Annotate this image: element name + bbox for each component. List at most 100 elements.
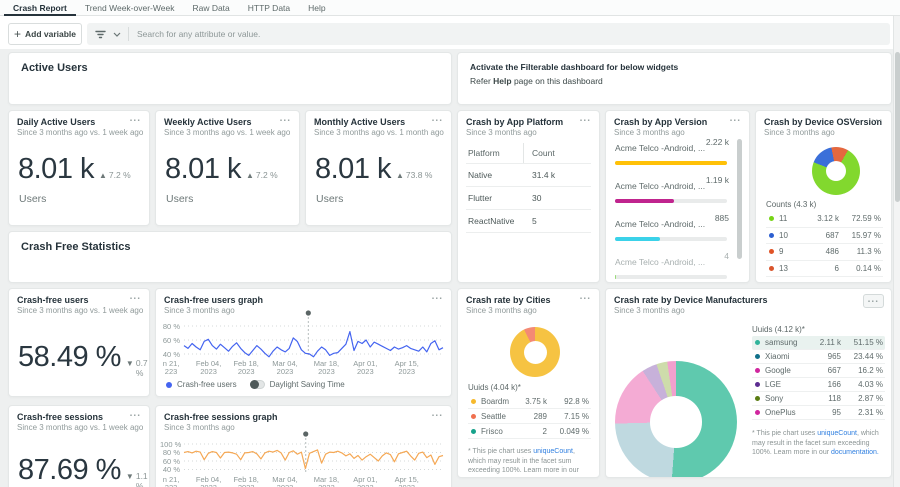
bar-row[interactable]: Acme Telco -Android, ... 1.19 k	[615, 175, 729, 213]
x-axis-tick: n 21,223	[162, 475, 180, 487]
widget-title: Crash-free users graph	[164, 295, 264, 305]
manufacturers-legend: samsung 2.11 k 51.15 % Xiaomi 965 23.44 % Goog…	[752, 336, 885, 420]
pie-footnote: * This pie chart uses uniqueCount, which…	[752, 430, 879, 456]
widget-title: Crash rate by Cities	[466, 295, 551, 305]
widget-subtitle: Since 3 months ago	[614, 306, 685, 315]
kpi-delta: 73.8 %	[405, 170, 433, 180]
manufacturers-donut-chart[interactable]	[615, 361, 737, 477]
chevron-down-icon[interactable]	[113, 32, 121, 37]
add-variable-button[interactable]: + Add variable	[8, 23, 82, 45]
dashboard: Crash Report Trend Week-over-Week Raw Data…	[0, 0, 900, 487]
y-axis-tick: 80 %	[162, 321, 180, 331]
kpi-value: 8.01 k	[165, 153, 242, 185]
x-axis-tick: Mar 04,2023	[272, 475, 298, 487]
series-label[interactable]: Crash-free users	[177, 380, 237, 389]
legend-row-samsung[interactable]: samsung 2.11 k 51.15 %	[752, 336, 885, 350]
kpi-delta: 1.1 %	[135, 471, 148, 487]
card-menu-icon[interactable]: ...	[130, 408, 141, 419]
legend-row-11[interactable]: 11 3.12 k 72.59 %	[766, 211, 883, 228]
uniquecount-link[interactable]: uniqueCount	[533, 448, 573, 455]
tab-raw-data[interactable]: Raw Data	[183, 0, 238, 15]
table-row[interactable]: Native 31.4 k	[466, 164, 591, 187]
legend-row-frisco[interactable]: Frisco 2 0.049 %	[468, 424, 591, 439]
kpi-value: 8.01 k	[18, 153, 95, 185]
card-menu-icon[interactable]: ...	[432, 408, 443, 419]
widget-crash-free-sessions-graph: Crash-free sessions graph Since 3 months…	[155, 405, 452, 487]
card-menu-icon[interactable]: ...	[130, 291, 141, 302]
widget-crash-free-users: Crash-free users Since 3 months ago vs. …	[8, 288, 150, 397]
legend-row-lge[interactable]: LGE 166 4.03 %	[752, 378, 885, 392]
card-menu-icon[interactable]: ...	[432, 113, 443, 124]
legend-row-9[interactable]: 9 486 11.3 %	[766, 244, 883, 261]
widget-subtitle: Since 3 months ago	[164, 423, 235, 432]
widget-title: Crash rate by Device Manufacturers	[614, 295, 768, 305]
widget-title: Monthly Active Users	[314, 117, 406, 127]
table-row[interactable]: Flutter 30	[466, 187, 591, 210]
card-menu-icon[interactable]: ...	[580, 291, 591, 302]
bar-row[interactable]: Acme Telco -Android, ... 4	[615, 251, 729, 282]
bar-row[interactable]: Acme Telco -Android, ... 2.22 k	[615, 137, 729, 175]
section-title-crash-free: Crash Free Statistics	[21, 241, 131, 253]
legend-row-seattle[interactable]: Seattle 289 7.15 %	[468, 409, 591, 424]
legend-row-oneplus[interactable]: OnePlus 95 2.31 %	[752, 406, 885, 420]
card-menu-icon[interactable]: ...	[862, 294, 884, 308]
note-line1: Activate the Filterable dashboard for be…	[470, 62, 679, 72]
legend-row-xiaomi[interactable]: Xiaomi 965 23.44 %	[752, 350, 885, 364]
x-axis-tick: Feb 18,2023	[233, 475, 259, 487]
widget-subtitle: Since 3 months ago vs. 1 week ago	[17, 128, 144, 137]
legend-row-google[interactable]: Google 667 16.2 %	[752, 364, 885, 378]
search-bar[interactable]	[87, 23, 890, 45]
add-variable-label: Add variable	[24, 29, 77, 39]
section-title-active-users: Active Users	[21, 62, 88, 74]
tab-http-data[interactable]: HTTP Data	[239, 0, 299, 15]
widget-scrollbar[interactable]	[737, 139, 742, 259]
tab-trend-week-over-week[interactable]: Trend Week-over-Week	[76, 0, 184, 15]
card-menu-icon[interactable]: ...	[872, 113, 883, 124]
table-row[interactable]: ReactNative 5	[466, 210, 591, 233]
x-axis-tick: Apr 15,2023	[394, 475, 419, 487]
widget-subtitle: Since 3 months ago	[614, 128, 685, 137]
card-menu-icon[interactable]: ...	[130, 113, 141, 124]
documentation-link[interactable]: documentation.	[468, 477, 516, 478]
y-axis-tick: 60 %	[162, 335, 180, 345]
widget-title: Crash-free sessions	[17, 412, 104, 422]
legend-row-sony[interactable]: Sony 118 2.87 %	[752, 392, 885, 406]
kpi-unit: Users	[316, 193, 344, 205]
tab-help[interactable]: Help	[299, 0, 334, 15]
x-axis-tick: Feb 04,2023	[195, 475, 222, 487]
widget-crash-free-users-graph: Crash-free users graph Since 3 months ag…	[155, 288, 452, 397]
legend-row-13[interactable]: 13 6 0.14 %	[766, 261, 883, 277]
platform-table: Platform Count Native 31.4 k Flutter 30 ReactN…	[466, 143, 591, 233]
x-axis-tick: Feb 04,2023	[195, 359, 222, 376]
widget-subtitle: Since 3 months ago	[164, 306, 235, 315]
osversion-donut-chart[interactable]	[812, 147, 860, 195]
widget-subtitle: Since 3 months ago vs. 1 week ago	[17, 423, 144, 432]
widget-title: Crash by App Platform	[466, 117, 564, 127]
page-scrollbar[interactable]	[893, 16, 900, 487]
card-menu-icon[interactable]: ...	[432, 291, 443, 302]
cities-donut-chart[interactable]	[510, 327, 560, 377]
filterable-note-card: Activate the Filterable dashboard for be…	[457, 52, 892, 105]
kpi-delta: 7.2 %	[255, 170, 278, 180]
x-axis-tick: n 21,223	[162, 359, 180, 376]
page-scrollbar-thumb[interactable]	[895, 52, 900, 202]
x-axis-tick: Apr 15,2023	[394, 359, 419, 376]
kpi-value: 58.49 %	[18, 341, 121, 373]
daylight-saving-toggle[interactable]	[249, 380, 265, 389]
search-input[interactable]	[137, 29, 882, 39]
cities-legend: Boardman3.75 k92.8 %Seattle2897.15 %Fris…	[468, 394, 591, 439]
card-menu-icon[interactable]: ...	[280, 113, 291, 124]
filter-icon[interactable]	[95, 30, 106, 39]
bar-row[interactable]: Acme Telco -Android, ... 885	[615, 213, 729, 251]
widget-crash-rate-by-device-manufacturers: Crash rate by Device Manufacturers Since…	[605, 288, 892, 478]
uniquecount-link[interactable]: uniqueCount	[817, 430, 857, 437]
legend-row-boardman[interactable]: Boardman3.75 k92.8 %	[468, 394, 591, 409]
widget-title: Crash-free sessions graph	[164, 412, 278, 422]
documentation-link[interactable]: documentation.	[831, 449, 879, 456]
card-menu-icon[interactable]: ...	[580, 113, 591, 124]
legend-row-10[interactable]: 10 687 15.97 %	[766, 228, 883, 244]
tab-crash-report[interactable]: Crash Report	[4, 0, 76, 16]
trend-up-icon: ▲	[246, 171, 254, 180]
toolbar-divider	[128, 27, 129, 41]
card-menu-icon[interactable]: ...	[730, 113, 741, 124]
